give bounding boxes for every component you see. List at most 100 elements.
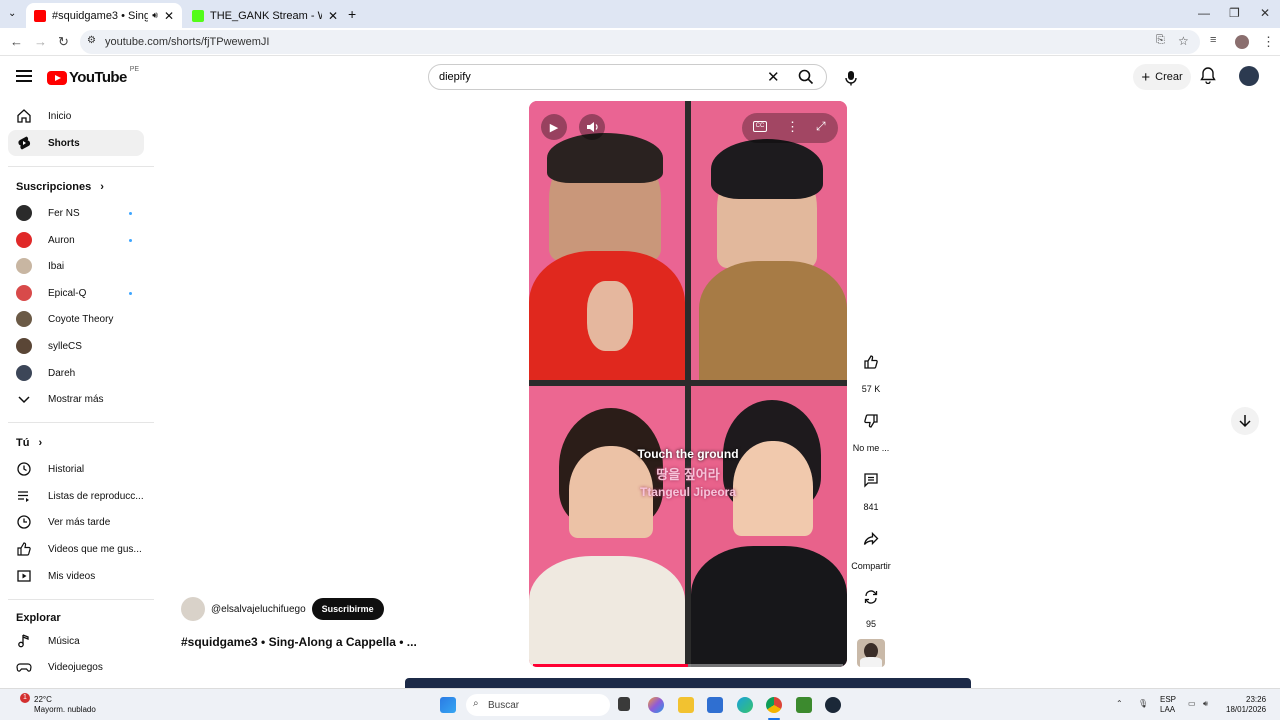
taskbar-search-label: Buscar	[488, 699, 520, 711]
show-hidden-icons[interactable]: ⌃	[1116, 699, 1123, 708]
logo-wordmark: YouTube	[69, 69, 127, 86]
sidebar-item-fer-ns[interactable]: Fer NS	[8, 200, 144, 226]
sidebar-item-epical-q[interactable]: Epical-Q	[8, 280, 144, 306]
youtube-logo[interactable]: YouTube PE	[47, 66, 139, 86]
more-options-icon[interactable]: ⋮	[786, 119, 799, 135]
shorts-video-player[interactable]: ▶ CC ⋮ ⤢ Touch the ground 땅을 짚어라 Ttangeu…	[529, 101, 847, 667]
menu-icon[interactable]	[16, 70, 32, 82]
channel-avatar[interactable]	[181, 597, 205, 621]
clock[interactable]: 23:26 18/01/2026	[1226, 695, 1266, 715]
copilot-icon[interactable]	[648, 697, 664, 713]
channel-thumbnail[interactable]	[857, 639, 885, 667]
channel-handle[interactable]: @elsalvajeluchifuego	[211, 604, 306, 615]
install-icon[interactable]: ⎘	[1156, 34, 1165, 47]
video-progress-bar[interactable]	[533, 664, 843, 667]
close-tab-icon[interactable]: ✕	[328, 9, 338, 23]
new-tab-button[interactable]: +	[348, 6, 356, 22]
sidebar-item-auron[interactable]: Auron	[8, 227, 144, 253]
chrome-icon[interactable]	[766, 697, 782, 713]
remix-count: 95	[865, 619, 876, 629]
sidebar-item-ibai[interactable]: Ibai	[8, 253, 144, 279]
maximize-button[interactable]: ❐	[1229, 6, 1240, 20]
file-explorer-icon[interactable]	[678, 697, 694, 713]
subscriptions-heading[interactable]: Suscripciones ›	[16, 181, 104, 193]
next-short-button[interactable]	[1231, 407, 1259, 435]
sidebar-item-shorts[interactable]: Shorts	[8, 130, 144, 156]
video-top-controls: CC ⋮ ⤢	[742, 113, 838, 143]
clear-search-icon[interactable]: ✕	[767, 68, 780, 86]
account-avatar[interactable]	[1239, 66, 1259, 86]
tab-list-button[interactable]: ⌄	[8, 8, 16, 19]
show-more-button[interactable]: Mostrar más	[8, 386, 144, 412]
you-heading[interactable]: Tú ›	[16, 437, 42, 449]
minecraft-icon[interactable]	[796, 697, 812, 713]
forward-button[interactable]: →	[34, 34, 47, 49]
channel-avatar	[16, 338, 32, 354]
share-button[interactable]: Compartir	[850, 524, 892, 571]
sidebar-item-videojuegos[interactable]: Videojuegos	[8, 654, 144, 680]
media-control-icon[interactable]: ≡	[1210, 34, 1216, 46]
sidebar-item-coyote-theory[interactable]: Coyote Theory	[8, 306, 144, 332]
notifications-button[interactable]	[1200, 66, 1216, 84]
sidebar-item-syllecs[interactable]: sylleCS	[8, 333, 144, 359]
create-button[interactable]: + Crear	[1133, 64, 1191, 90]
video-title[interactable]: #squidgame3 • Sing-Along a Cappella • ..…	[181, 635, 417, 649]
search-input[interactable]	[439, 71, 759, 83]
steam-icon[interactable]	[825, 697, 841, 713]
sidebar-item-my-videos[interactable]: Mis videos	[8, 563, 144, 589]
sidebar-item-inicio[interactable]: Inicio	[8, 103, 144, 129]
network-icon[interactable]: ▭	[1188, 699, 1196, 708]
video-panel-bottom-right	[691, 386, 847, 667]
language-indicator[interactable]: ESP LAA	[1160, 695, 1176, 715]
fullscreen-icon[interactable]: ⤢	[816, 119, 826, 134]
comment-icon	[864, 473, 878, 488]
sidebar-item-musica[interactable]: Música	[8, 628, 144, 654]
volume-icon[interactable]: 🔊︎	[1203, 699, 1208, 709]
temperature: 22°C	[34, 695, 52, 704]
captions-icon[interactable]: CC	[753, 121, 767, 132]
remix-button[interactable]: 95	[850, 582, 892, 629]
sidebar-item-dareh[interactable]: Dareh	[8, 360, 144, 386]
voice-search-button[interactable]	[837, 64, 865, 92]
store-icon[interactable]	[707, 697, 723, 713]
edge-icon[interactable]	[737, 697, 753, 713]
close-window-button[interactable]: ✕	[1260, 6, 1270, 20]
person-hair	[711, 139, 823, 199]
close-tab-icon[interactable]: ✕	[164, 9, 174, 23]
reload-button[interactable]: ↻	[58, 34, 69, 50]
gaming-icon	[16, 663, 32, 672]
back-button[interactable]: ←	[10, 34, 23, 49]
search-button[interactable]	[784, 65, 827, 89]
sidebar-item-liked-videos[interactable]: Videos que me gus...	[8, 536, 144, 562]
like-button[interactable]: 57 K	[850, 347, 892, 394]
sidebar-item-label: Mis videos	[48, 571, 96, 582]
site-info-icon[interactable]: ⚙	[87, 35, 96, 46]
dislike-button[interactable]: No me ...	[850, 406, 892, 453]
subscribe-button[interactable]: Suscribirme	[311, 598, 384, 620]
browser-tab-strip: ⌄ #squidgame3 • Sing-Along 🔊︎ ✕ THE_GANK…	[0, 0, 1280, 28]
task-view-icon[interactable]	[618, 697, 630, 711]
sidebar-divider	[8, 166, 154, 167]
browser-tab-active[interactable]: #squidgame3 • Sing-Along 🔊︎ ✕	[26, 3, 182, 28]
speaker-icon[interactable]: 🔊︎	[152, 10, 158, 21]
subscriptions-title: Suscripciones	[16, 181, 92, 193]
browser-menu-icon[interactable]: ⋮	[1262, 34, 1275, 50]
sidebar-item-historial[interactable]: Historial	[8, 456, 144, 482]
address-bar[interactable]: ⚙ youtube.com/shorts/fjTPwewemJI	[80, 30, 1200, 54]
browser-tab-inactive[interactable]: THE_GANK Stream - Watch Live ✕	[184, 3, 346, 28]
profile-avatar[interactable]	[1235, 35, 1249, 49]
comments-button[interactable]: 841	[850, 465, 892, 512]
chevron-right-icon: ›	[100, 181, 104, 193]
dislike-label: No me ...	[852, 443, 890, 453]
sidebar-item-watch-later[interactable]: Ver más tarde	[8, 509, 144, 535]
sidebar-item-playlists[interactable]: Listas de reproducc...	[8, 483, 144, 509]
weather-widget[interactable]: 1 22°C Mayorm. nublado	[14, 693, 96, 715]
taskbar-search[interactable]: ⌕ Buscar	[466, 694, 610, 716]
play-button[interactable]: ▶	[541, 114, 567, 140]
windows-start-icon[interactable]	[440, 697, 456, 713]
minimize-button[interactable]: —	[1198, 6, 1210, 20]
sidebar-item-label: Música	[48, 636, 80, 647]
microphone-tray-icon[interactable]: 🎙︎	[1138, 699, 1148, 708]
bookmark-star-icon[interactable]: ☆	[1178, 34, 1189, 48]
volume-button[interactable]	[579, 114, 605, 140]
